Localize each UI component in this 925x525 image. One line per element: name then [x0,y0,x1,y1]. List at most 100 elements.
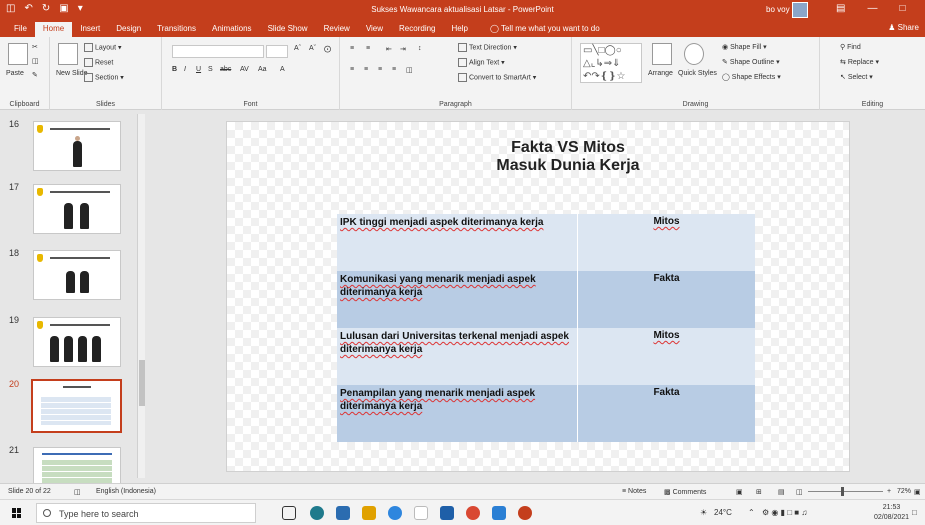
paste-button[interactable]: Paste [6,70,24,77]
tab-review[interactable]: Review [316,22,358,37]
thumbnail-slide-18[interactable] [33,250,121,300]
tab-design[interactable]: Design [108,22,149,37]
fit-slide-icon[interactable]: ▣ [914,488,921,496]
system-clock[interactable]: 21:53 02/08/2021 [874,503,909,523]
quick-styles-button[interactable]: Quick Styles [678,70,717,77]
word-icon[interactable] [492,506,506,520]
statement-cell[interactable]: Penampilan yang menarik menjadi aspek di… [337,385,577,442]
arrange-button[interactable]: Arrange [648,70,673,77]
align-text-button[interactable]: Align Text ▾ [458,58,505,67]
table-row[interactable]: Komunikasi yang menarik menjadi aspek di… [337,271,755,328]
zoom-level[interactable]: 72% [897,488,911,495]
font-name-dropdown[interactable] [172,45,264,58]
align-left-icon[interactable]: ≡ [350,66,354,73]
zoom-in-icon[interactable]: + [887,488,891,495]
replace-button[interactable]: ⇆ Replace ▾ [840,58,879,66]
find-button[interactable]: ⚲ Find [840,43,861,51]
chrome-blue-icon[interactable] [388,506,402,520]
cut-icon[interactable]: ✂ [32,43,38,51]
statement-cell[interactable]: IPK tinggi menjadi aspek diterimanya ker… [337,214,577,271]
table-row[interactable]: Penampilan yang menarik menjadi aspek di… [337,385,755,442]
decrease-indent-icon[interactable]: ⇤ [386,45,392,53]
shadow-icon[interactable]: S [208,66,213,73]
zoom-slider-knob[interactable] [841,487,844,496]
char-spacing-icon[interactable]: AV [240,66,249,73]
scrollbar-thumb[interactable] [139,360,145,406]
slide-sorter-icon[interactable]: ⊞ [756,488,762,496]
tray-icons[interactable]: ⚙ ◉ ▮ □ ■ ♫ [762,508,807,517]
verdict-cell[interactable]: Mitos [577,214,755,271]
tab-view[interactable]: View [358,22,391,37]
app-icon[interactable] [440,506,454,520]
shape-effects-button[interactable]: ◯ Shape Effects ▾ [722,73,781,81]
taskbar-search-input[interactable]: Type here to search [36,503,256,523]
strikethrough-icon[interactable]: abc [220,66,231,73]
thumbnail-slide-17[interactable] [33,184,121,234]
shapes-gallery[interactable]: ▭╲□◯○ △⌞↳⇒⇓ ↶↷❴❵☆ [580,43,642,83]
clear-format-icon[interactable]: ⨀ [324,45,331,53]
numbering-icon[interactable]: ≡ [366,45,370,52]
tab-file[interactable]: File [6,22,35,37]
accessibility-icon[interactable]: ◫ [74,488,81,496]
new-slide-button[interactable]: New Slide [56,70,88,77]
notification-icon[interactable]: □ [912,508,917,517]
thumbnail-scrollbar[interactable] [137,114,145,478]
comments-button[interactable]: ▩ Comments [664,488,706,496]
slide-title-line1[interactable]: Fakta VS Mitos [227,139,849,157]
statement-cell[interactable]: Komunikasi yang menarik menjadi aspek di… [337,271,577,328]
weather-temp[interactable]: 24°C [714,508,732,517]
bold-icon[interactable]: B [172,66,177,73]
windows-start-icon[interactable] [12,508,22,518]
tray-chevron-icon[interactable]: ⌃ [748,508,755,517]
slide-canvas[interactable]: Fakta VS Mitos Masuk Dunia Kerja IPK tin… [226,121,850,472]
quick-styles-icon[interactable] [684,43,704,65]
tab-help[interactable]: Help [444,22,476,37]
tab-recording[interactable]: Recording [391,22,443,37]
verdict-cell[interactable]: Fakta [577,271,755,328]
ribbon-display-icon[interactable]: ▤ [836,3,845,14]
slide-title-line2[interactable]: Masuk Dunia Kerja [227,157,849,175]
user-name[interactable]: bo voy [766,5,790,14]
increase-indent-icon[interactable]: ⇥ [400,45,406,53]
grow-font-icon[interactable]: Aˆ [294,45,301,52]
chrome-icon[interactable] [466,506,480,520]
change-case-icon[interactable]: Aa [258,66,267,73]
minimize-icon[interactable]: — [867,3,877,14]
file-explorer-icon[interactable] [362,506,376,520]
align-center-icon[interactable]: ≡ [364,66,368,73]
tab-insert[interactable]: Insert [72,22,108,37]
document-icon[interactable] [414,506,428,520]
tab-home[interactable]: Home [34,22,73,37]
align-right-icon[interactable]: ≡ [378,66,382,73]
normal-view-icon[interactable]: ▣ [736,488,743,496]
weather-icon[interactable]: ☀ [700,508,707,517]
shrink-font-icon[interactable]: Aˇ [309,45,316,52]
columns-icon[interactable]: ◫ [406,66,413,74]
tab-slide-show[interactable]: Slide Show [260,22,316,37]
statement-cell[interactable]: Lulusan dari Universitas terkenal menjad… [337,328,577,385]
share-button[interactable]: ♟ Share [888,23,919,32]
justify-icon[interactable]: ≡ [392,66,396,73]
paste-icon[interactable] [8,43,28,65]
thumbnail-slide-20[interactable] [31,379,122,433]
new-slide-icon[interactable] [58,43,78,65]
text-direction-button[interactable]: Text Direction ▾ [458,43,517,52]
table-row[interactable]: IPK tinggi menjadi aspek diterimanya ker… [337,214,755,271]
bullets-icon[interactable]: ≡ [350,45,354,52]
format-painter-icon[interactable]: ✎ [32,71,38,79]
thumbnail-slide-21[interactable] [33,447,121,483]
notes-button[interactable]: ≡ Notes [622,488,646,495]
convert-smartart-button[interactable]: Convert to SmartArt ▾ [458,73,536,82]
language-indicator[interactable]: English (Indonesia) [96,488,156,495]
tell-me-box[interactable]: ◯ Tell me what you want to do [482,22,608,37]
font-color-icon[interactable]: A [280,66,285,73]
arrange-icon[interactable] [652,43,672,65]
reset-button[interactable]: Reset [84,58,113,67]
zoom-slider[interactable] [808,487,883,496]
shape-outline-button[interactable]: ✎ Shape Outline ▾ [722,58,780,66]
edge-icon[interactable] [310,506,324,520]
underline-icon[interactable]: U [196,66,201,73]
table-row[interactable]: Lulusan dari Universitas terkenal menjad… [337,328,755,385]
tab-animations[interactable]: Animations [204,22,260,37]
line-spacing-icon[interactable]: ↕ [418,45,422,52]
